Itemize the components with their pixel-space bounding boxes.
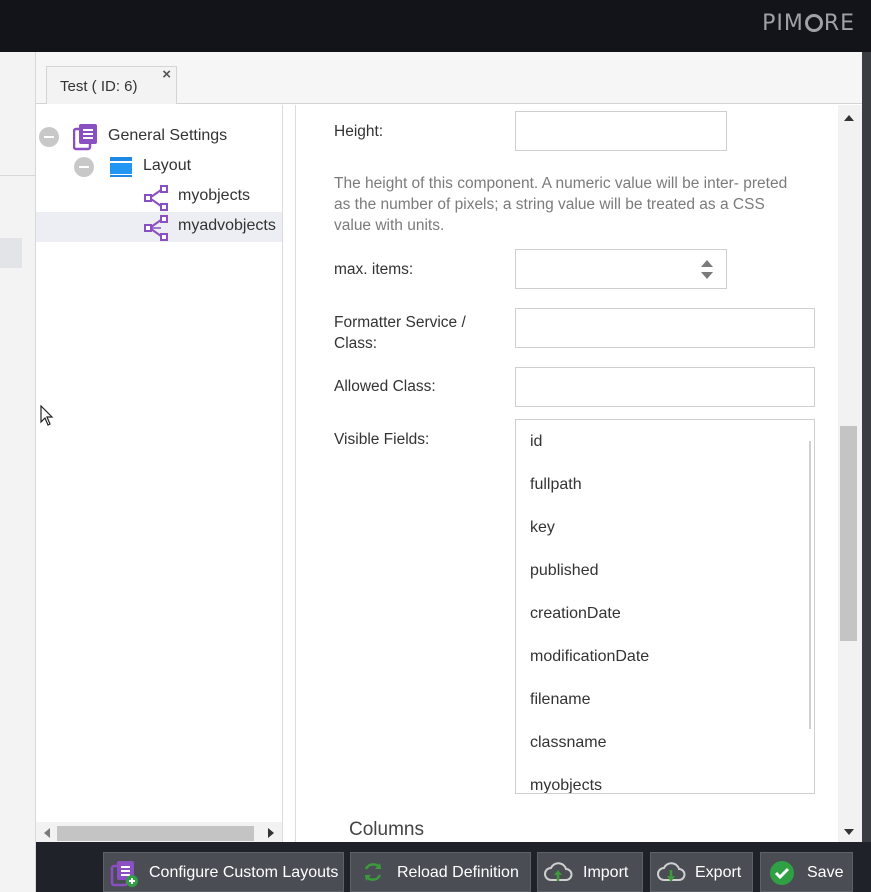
left-navigation-strip xyxy=(0,52,36,892)
tab-bar: Test ( ID: 6) × xyxy=(36,52,862,104)
import-button[interactable]: Import xyxy=(537,852,643,892)
tab-class-test[interactable]: Test ( ID: 6) × xyxy=(46,66,177,104)
bottom-toolbar: Configure Custom Layouts Reload Definiti… xyxy=(36,842,871,892)
list-item[interactable]: filename xyxy=(530,691,590,709)
visible-fields-multiselect[interactable]: id fullpath key published creationDate m… xyxy=(515,419,815,794)
height-input[interactable] xyxy=(515,111,727,151)
tree-node-general-settings[interactable]: General Settings xyxy=(108,127,227,145)
field-settings-form: Height: The height of this component. A … xyxy=(297,105,838,842)
spin-down-icon[interactable] xyxy=(701,272,713,279)
left-strip-selected-row[interactable] xyxy=(0,238,22,268)
allowed-class-input[interactable] xyxy=(515,367,815,407)
scrollbar-thumb[interactable] xyxy=(840,426,857,641)
height-help-text: The height of this component. A numeric … xyxy=(334,175,788,234)
relation-icon xyxy=(144,185,168,211)
scroll-up-icon[interactable] xyxy=(844,115,854,121)
top-bar: PIM RE xyxy=(0,0,871,52)
max-items-label: max. items: xyxy=(334,261,414,278)
layout-panel-icon xyxy=(110,157,132,177)
tree-horizontal-scrollbar[interactable] xyxy=(36,822,282,844)
export-button[interactable]: Export xyxy=(650,852,753,892)
list-item[interactable]: classname xyxy=(530,734,606,752)
advanced-relation-icon xyxy=(144,215,168,241)
formatter-input[interactable] xyxy=(515,308,815,348)
tree-node-layout[interactable]: Layout xyxy=(143,157,191,175)
list-item[interactable]: creationDate xyxy=(530,605,621,623)
custom-layout-add-icon xyxy=(110,861,138,887)
pimcore-logo: PIM RE xyxy=(762,11,855,36)
save-button[interactable]: Save xyxy=(760,852,853,892)
spin-up-icon[interactable] xyxy=(701,260,713,267)
reload-definition-button[interactable]: Reload Definition xyxy=(350,852,531,892)
list-item[interactable]: published xyxy=(530,562,599,580)
scroll-left-icon[interactable] xyxy=(44,828,50,838)
collapse-icon[interactable] xyxy=(74,157,94,177)
tree-node-myobjects[interactable]: myobjects xyxy=(178,187,250,205)
visible-fields-label: Visible Fields: xyxy=(334,431,430,448)
height-label: Height: xyxy=(334,123,384,140)
columns-section-title: Columns xyxy=(349,819,424,840)
list-item[interactable]: modificationDate xyxy=(530,648,649,666)
list-item[interactable]: id xyxy=(530,433,542,451)
class-definition-tree: General Settings Layout myobjects myadvo… xyxy=(36,105,282,822)
scrollbar-thumb[interactable] xyxy=(57,826,254,841)
cloud-upload-icon xyxy=(544,862,573,881)
reload-icon xyxy=(364,863,382,881)
scroll-right-icon[interactable] xyxy=(268,828,274,838)
max-items-spinner[interactable] xyxy=(515,249,727,289)
collapse-icon[interactable] xyxy=(39,127,59,147)
checkmark-icon xyxy=(770,861,794,885)
close-icon[interactable]: × xyxy=(162,66,171,83)
panel-splitter[interactable] xyxy=(282,105,296,842)
tab-label: Test ( ID: 6) xyxy=(60,78,138,95)
list-item[interactable]: key xyxy=(530,519,555,537)
configure-custom-layouts-button[interactable]: Configure Custom Layouts xyxy=(103,852,344,892)
right-edge xyxy=(862,52,871,842)
tree-node-myadvobjects[interactable]: myadvobjects xyxy=(178,217,276,235)
cloud-download-icon xyxy=(657,862,686,882)
mouse-cursor-icon xyxy=(40,405,54,426)
form-vertical-scrollbar[interactable] xyxy=(838,105,862,842)
formatter-label: Formatter Service / Class: xyxy=(334,314,466,352)
list-item[interactable]: myobjects xyxy=(530,777,602,793)
scroll-down-icon[interactable] xyxy=(844,829,854,835)
multiselect-scroll-track xyxy=(809,441,811,729)
class-settings-icon xyxy=(73,124,97,151)
allowed-class-label: Allowed Class: xyxy=(334,378,436,395)
list-item[interactable]: fullpath xyxy=(530,476,582,494)
